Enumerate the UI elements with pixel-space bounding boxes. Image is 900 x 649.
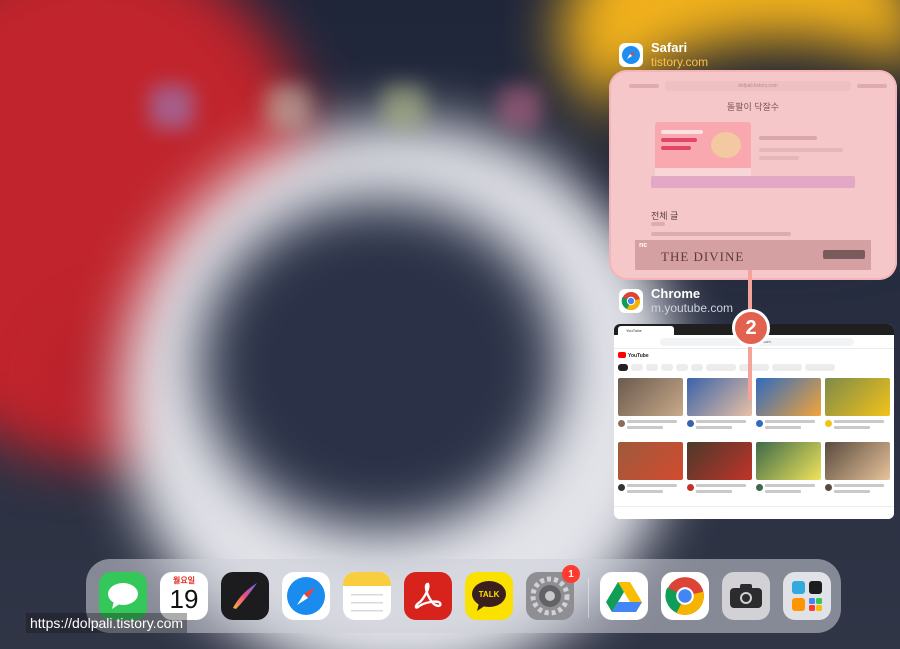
- filter-chip: [772, 364, 802, 371]
- ad-text: THE DIVINE: [661, 249, 745, 264]
- filter-chip: [691, 364, 703, 371]
- annotation-step-badge: 2: [732, 309, 770, 347]
- google-drive-icon: [606, 582, 642, 612]
- svg-text:TALK: TALK: [479, 590, 500, 599]
- filter-chip: [618, 364, 628, 371]
- channel-avatar: [756, 484, 763, 491]
- filter-chip: [676, 364, 688, 371]
- app-name: Chrome: [651, 286, 701, 301]
- video-meta: [765, 490, 801, 493]
- video-thumbnail: [687, 378, 752, 416]
- dock-app-kakaotalk[interactable]: TALK: [465, 572, 513, 620]
- dock-app-acrobat[interactable]: [404, 572, 452, 620]
- blurred-home-icon: [382, 85, 426, 129]
- safari-app-header[interactable]: Safari tistory.com: [619, 41, 708, 69]
- section-heading: 전체 글: [651, 211, 679, 221]
- channel-avatar: [756, 420, 763, 427]
- blog-search-bar: [651, 176, 855, 188]
- chrome-app-preview[interactable]: YouTube m.youtube.com YouTube: [614, 324, 894, 519]
- filter-chip: [661, 364, 673, 371]
- text-line: [651, 222, 665, 226]
- settings-icon: [530, 576, 570, 616]
- blog-banner-image: [655, 122, 751, 178]
- video-meta: [834, 426, 870, 429]
- video-meta: [627, 484, 677, 487]
- video-thumbnail: [756, 442, 821, 480]
- procreate-icon: [233, 583, 257, 609]
- video-thumbnail: [618, 378, 683, 416]
- text-line: [759, 156, 799, 160]
- video-thumbnail: [756, 378, 821, 416]
- notification-badge: 1: [562, 565, 580, 583]
- safari-icon: [619, 43, 643, 67]
- kakaotalk-icon: TALK: [472, 581, 506, 611]
- app-name: Safari: [651, 40, 688, 55]
- video-thumbnail: [618, 442, 683, 480]
- dock-app-safari[interactable]: [282, 572, 330, 620]
- video-meta: [834, 420, 884, 423]
- watermark: https://dolpali.tistory.com: [26, 613, 188, 633]
- safari-icon: [287, 577, 325, 615]
- video-thumbnail: [825, 442, 890, 480]
- safari-app-preview[interactable]: dolpali.tistory.com 돌팔이 닥잘수 전체 글 nc THE …: [609, 70, 897, 280]
- video-meta: [765, 484, 815, 487]
- channel-avatar: [825, 420, 832, 427]
- chrome-icon: [665, 577, 704, 615]
- video-thumbnail: [825, 378, 890, 416]
- dock-app-notes[interactable]: [343, 572, 391, 620]
- filter-chip: [739, 364, 769, 371]
- video-meta: [627, 490, 663, 493]
- advertisement-banner: nc THE DIVINE: [635, 240, 871, 270]
- camera-icon: [730, 584, 762, 608]
- dock-app-chrome[interactable]: [661, 572, 709, 620]
- video-meta: [627, 426, 663, 429]
- video-meta: [696, 426, 732, 429]
- video-meta: [696, 490, 732, 493]
- blurred-home-icon: [266, 85, 310, 129]
- dock-app-procreate[interactable]: [221, 572, 269, 620]
- text-line: [759, 148, 843, 152]
- messages-icon: [108, 583, 138, 609]
- video-meta: [834, 490, 870, 493]
- text-line: [759, 136, 817, 140]
- video-meta: [834, 484, 884, 487]
- video-meta: [765, 426, 801, 429]
- filter-chip: [706, 364, 736, 371]
- notes-icon: [343, 572, 391, 612]
- video-meta: [696, 484, 746, 487]
- safari-toolbar: dolpali.tistory.com: [629, 78, 887, 94]
- filter-chip: [805, 364, 835, 371]
- chrome-app-header[interactable]: Chrome m.youtube.com: [619, 287, 733, 315]
- video-meta: [765, 420, 815, 423]
- filter-chip: [646, 364, 658, 371]
- address-bar: dolpali.tistory.com: [665, 81, 851, 91]
- calendar-date: 19: [169, 584, 199, 614]
- video-meta: [627, 420, 677, 423]
- blurred-home-icon: [150, 85, 194, 129]
- dock-app-camera[interactable]: [722, 572, 770, 620]
- channel-avatar: [618, 420, 625, 427]
- channel-avatar: [825, 484, 832, 491]
- text-line: [651, 232, 791, 236]
- dock-app-library[interactable]: [783, 572, 831, 620]
- dock-separator: [588, 578, 589, 618]
- channel-avatar: [687, 484, 694, 491]
- blurred-home-icon: [498, 85, 542, 129]
- blog-title: 돌팔이 닥잘수: [726, 102, 780, 112]
- filter-chip: [631, 364, 643, 371]
- channel-avatar: [687, 420, 694, 427]
- video-meta: [696, 420, 746, 423]
- app-library-icon: [792, 581, 822, 611]
- video-thumbnail: [687, 442, 752, 480]
- app-subtitle: m.youtube.com: [651, 301, 734, 315]
- youtube-bottom-nav: [614, 506, 894, 519]
- wallpaper-navy-shape: [200, 200, 560, 530]
- chrome-icon: [619, 289, 643, 313]
- channel-avatar: [618, 484, 625, 491]
- youtube-logo: YouTube: [618, 352, 649, 359]
- chrome-tab: YouTube: [618, 326, 674, 335]
- dock-app-google-drive[interactable]: [600, 572, 648, 620]
- acrobat-icon: [414, 582, 442, 609]
- app-subtitle: tistory.com: [651, 55, 709, 69]
